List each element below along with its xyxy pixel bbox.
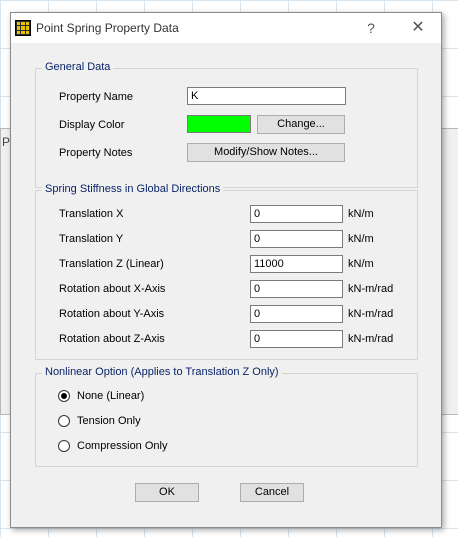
- radio-none-linear-label[interactable]: None (Linear): [77, 390, 144, 402]
- general-data-legend: General Data: [42, 61, 114, 73]
- change-color-button[interactable]: Change...: [257, 115, 345, 134]
- stiffness-unit: kN-m/rad: [348, 333, 394, 345]
- app-icon: [15, 20, 31, 36]
- spring-stiffness-legend: Spring Stiffness in Global Directions: [42, 183, 224, 195]
- stiffness-unit: kN-m/rad: [348, 283, 394, 295]
- radio-none-linear[interactable]: [58, 390, 70, 402]
- nonlinear-option-group: Nonlinear Option (Applies to Translation…: [35, 366, 418, 467]
- ok-button[interactable]: OK: [135, 483, 199, 502]
- cancel-button[interactable]: Cancel: [240, 483, 304, 502]
- property-name-label: Property Name: [59, 91, 133, 103]
- stiffness-label: Rotation about X-Axis: [59, 283, 166, 295]
- point-spring-dialog: Point Spring Property Data ? ✕ General D…: [10, 12, 442, 528]
- property-name-input[interactable]: K: [187, 87, 346, 105]
- stiffness-unit: kN/m: [348, 208, 374, 220]
- display-color-label: Display Color: [59, 119, 125, 131]
- property-notes-label: Property Notes: [59, 147, 133, 159]
- stiffness-input[interactable]: 0: [250, 230, 343, 248]
- stiffness-input[interactable]: 11000: [250, 255, 343, 273]
- dialog-title: Point Spring Property Data: [36, 21, 179, 35]
- stiffness-label: Translation Y: [59, 233, 124, 245]
- stiffness-label: Rotation about Z-Axis: [59, 333, 165, 345]
- stiffness-unit: kN/m: [348, 258, 374, 270]
- title-bar: Point Spring Property Data ? ✕: [11, 13, 441, 43]
- stiffness-label: Translation Z (Linear): [59, 258, 164, 270]
- radio-compression-only-label[interactable]: Compression Only: [77, 440, 167, 452]
- spring-stiffness-group: Spring Stiffness in Global Directions Tr…: [35, 183, 418, 360]
- general-data-group: General Data Property Name K Display Col…: [35, 61, 418, 188]
- radio-tension-only[interactable]: [58, 415, 70, 427]
- stiffness-unit: kN-m/rad: [348, 308, 394, 320]
- close-button[interactable]: ✕: [403, 17, 433, 39]
- modify-notes-button[interactable]: Modify/Show Notes...: [187, 143, 345, 162]
- stiffness-input[interactable]: 0: [250, 305, 343, 323]
- stiffness-unit: kN/m: [348, 233, 374, 245]
- radio-compression-only[interactable]: [58, 440, 70, 452]
- stiffness-label: Translation X: [59, 208, 124, 220]
- stiffness-label: Rotation about Y-Axis: [59, 308, 165, 320]
- nonlinear-option-legend: Nonlinear Option (Applies to Translation…: [42, 366, 282, 378]
- stiffness-input[interactable]: 0: [250, 330, 343, 348]
- stiffness-input[interactable]: 0: [250, 205, 343, 223]
- stiffness-input[interactable]: 0: [250, 280, 343, 298]
- help-button[interactable]: ?: [356, 17, 386, 39]
- display-color-swatch: [187, 115, 251, 133]
- radio-tension-only-label[interactable]: Tension Only: [77, 415, 141, 427]
